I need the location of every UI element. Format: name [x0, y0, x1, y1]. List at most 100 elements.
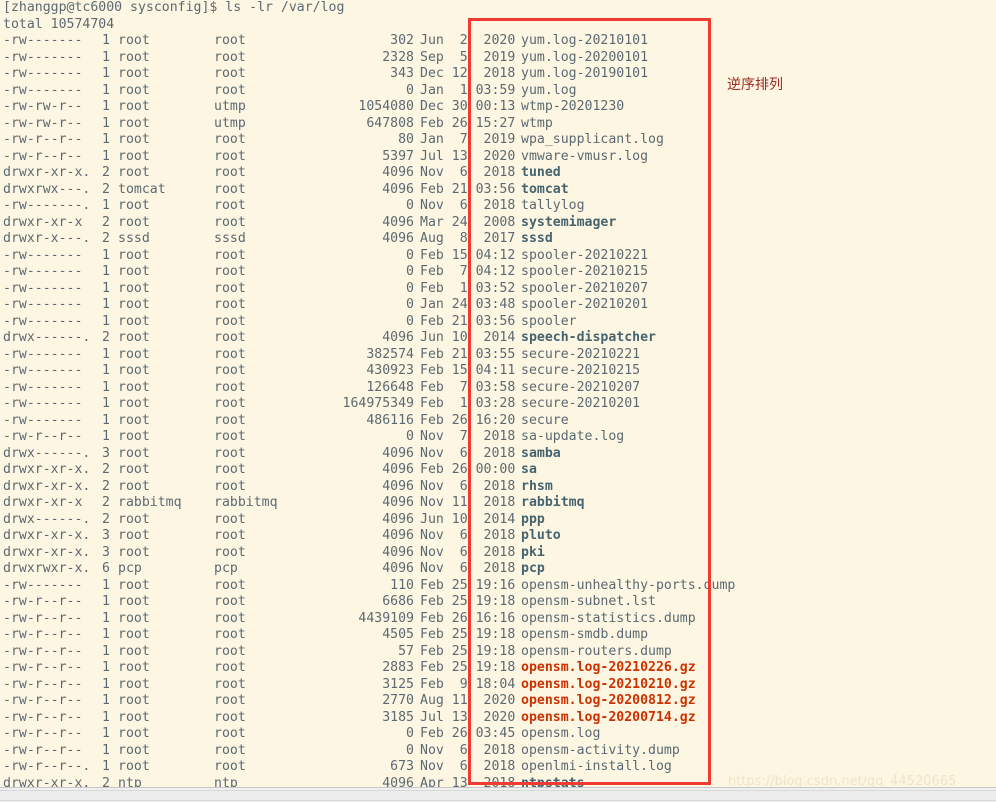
- file-name: samba: [521, 445, 561, 461]
- file-owner: root: [118, 544, 150, 560]
- file-date: Feb 25 19:18: [420, 594, 516, 609]
- file-name: yum.log-20190101: [521, 66, 649, 81]
- file-name: wtmp-20201230: [521, 99, 625, 114]
- file-size: 673: [390, 759, 414, 774]
- file-group: root: [214, 577, 246, 593]
- file-links: 1: [102, 660, 110, 675]
- file-date: Feb 26 00:00: [420, 462, 516, 477]
- file-size: 0: [406, 247, 414, 263]
- file-owner: root: [118, 33, 150, 48]
- file-date: Dec 30 00:13: [420, 99, 516, 114]
- file-group: root: [214, 198, 246, 213]
- file-group: root: [214, 726, 246, 741]
- file-perm: -rw-------: [3, 363, 83, 378]
- file-name: speech-dispatcher: [521, 330, 656, 345]
- file-links: 2: [102, 462, 110, 477]
- file-links: 1: [102, 363, 110, 378]
- file-size: 164975349: [342, 396, 414, 411]
- file-perm: -rw-------: [3, 33, 83, 48]
- file-group: root: [214, 660, 246, 675]
- file-size: 430923: [366, 363, 414, 378]
- file-size: 4096: [382, 231, 414, 246]
- file-listing-row: -rw------- 1 root root 0 Jan 24 03:48 spooler-…: [0, 297, 996, 314]
- total-line: total 10574704: [3, 16, 115, 32]
- file-listing-row: drwxr-xr-x. 3 root root 4096 Nov 6 2018 pluto: [0, 528, 996, 545]
- file-date: Jun 2 2020: [420, 33, 516, 48]
- file-name: yum.log-20210101: [521, 33, 649, 48]
- file-listing-row: -rw------- 1 root root 0 Jan 1 03:59 yum.log: [0, 83, 996, 100]
- file-date: Nov 6 2018: [420, 198, 516, 213]
- file-name: sssd: [521, 231, 553, 246]
- file-date: Feb 26 16:20: [420, 412, 516, 428]
- file-perm: drwx------.: [3, 511, 91, 527]
- file-name: secure-20210201: [521, 396, 641, 411]
- file-group: root: [214, 33, 246, 48]
- file-links: 1: [102, 693, 110, 708]
- file-group: root: [214, 544, 246, 560]
- horizontal-scrollbar[interactable]: [0, 787, 996, 802]
- file-date: Jan 1 03:59: [420, 82, 516, 98]
- file-perm: drwxr-xr-x.: [3, 528, 91, 543]
- file-name: tomcat: [521, 181, 569, 197]
- file-name: rhsm: [521, 478, 553, 494]
- file-name: spooler-20210221: [521, 247, 649, 263]
- file-links: 1: [102, 726, 110, 741]
- file-group: root: [214, 610, 246, 626]
- file-group: root: [214, 82, 246, 98]
- file-size: 4096: [382, 214, 414, 230]
- file-name: secure-20210221: [521, 346, 641, 362]
- file-date: Sep 5 2019: [420, 49, 516, 65]
- file-date: Nov 6 2018: [420, 544, 516, 560]
- file-group: root: [214, 66, 246, 81]
- file-owner: root: [118, 462, 150, 477]
- file-owner: root: [118, 528, 150, 543]
- file-name: secure: [521, 412, 569, 428]
- file-size: 647808: [366, 115, 414, 131]
- file-owner: root: [118, 115, 150, 131]
- file-perm: -rw-------: [3, 412, 83, 428]
- file-date: Jan 7 2019: [420, 132, 516, 147]
- file-perm: -rw-r--r--: [3, 660, 83, 675]
- file-perm: drwxr-xr-x.: [3, 165, 91, 180]
- file-group: root: [214, 759, 246, 774]
- file-name: opensm-subnet.lst: [521, 594, 656, 609]
- file-perm: -rw-r--r--: [3, 594, 83, 609]
- file-listing-row: -rw-r--r-- 1 root root 4439109 Feb 26 16:16 op…: [0, 611, 996, 628]
- file-name: pcp: [521, 561, 545, 576]
- file-group: root: [214, 132, 246, 147]
- terminal-output-area[interactable]: [zhanggp@tc6000 sysconfig]$ ls -lr /var/…: [0, 0, 996, 802]
- file-listing-row: drwxr-xr-x. 3 root root 4096 Nov 6 2018 pki: [0, 545, 996, 562]
- file-group: root: [214, 445, 246, 461]
- file-size: 4439109: [358, 610, 414, 626]
- file-owner: root: [118, 511, 150, 527]
- file-date: Feb 9 18:04: [420, 676, 516, 692]
- file-perm: drwxr-xr-x: [3, 495, 83, 510]
- file-name: spooler-20210201: [521, 297, 649, 312]
- file-links: 2: [102, 231, 110, 246]
- file-size: 486116: [366, 412, 414, 428]
- file-listing-row: -rw------- 1 root root 164975349 Feb 1 03:28 s…: [0, 396, 996, 413]
- file-size: 4505: [382, 627, 414, 642]
- file-links: 1: [102, 264, 110, 279]
- file-perm: -rw-------: [3, 82, 83, 98]
- file-date: Nov 6 2018: [420, 445, 516, 461]
- file-listing-row: drwxr-xr-x. 2 root root 4096 Feb 26 00:00 sa: [0, 462, 996, 479]
- file-size: 343: [390, 66, 414, 81]
- file-name: sa: [521, 462, 537, 477]
- file-size: 0: [406, 742, 414, 758]
- file-links: 1: [102, 346, 110, 362]
- scrollbar-track[interactable]: [0, 790, 996, 801]
- file-owner: root: [118, 726, 150, 741]
- file-name: yum.log: [521, 82, 577, 98]
- file-group: root: [214, 148, 246, 164]
- file-group: root: [214, 693, 246, 708]
- terminal-window: [zhanggp@tc6000 sysconfig]$ ls -lr /var/…: [0, 0, 996, 802]
- file-owner: tomcat: [118, 181, 166, 197]
- file-links: 1: [102, 627, 110, 642]
- file-links: 1: [102, 594, 110, 609]
- file-perm: -rw-------.: [3, 198, 91, 213]
- file-links: 2: [102, 214, 110, 230]
- file-date: Feb 25 19:18: [420, 627, 516, 642]
- file-listing-row: -rw-r--r-- 1 root root 2770 Aug 11 2020 opensm…: [0, 693, 996, 710]
- file-group: root: [214, 165, 246, 180]
